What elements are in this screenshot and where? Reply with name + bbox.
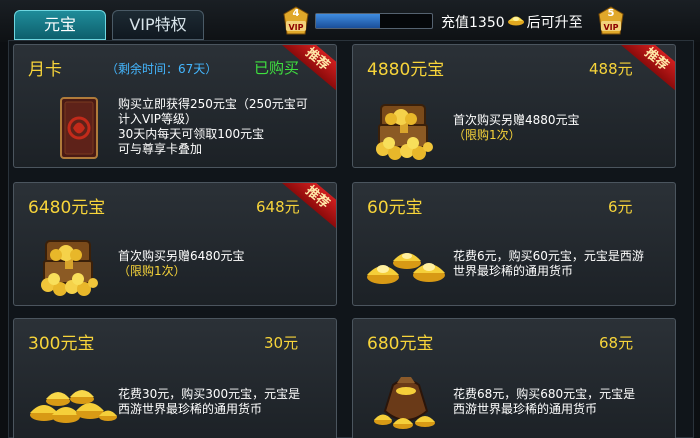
card-description: 花费30元，购买300元宝，元宝是 西游世界最珍稀的通用货币	[118, 387, 300, 417]
purchase-limit: （限购1次）	[453, 128, 521, 142]
desc-line: 首次购买另赠6480元宝	[118, 249, 245, 263]
card-description: 首次购买另赠4880元宝 （限购1次）	[453, 113, 580, 143]
card-title: 60元宝	[367, 198, 423, 218]
purchased-status: 已购买	[254, 59, 300, 77]
gold-bag-icon	[373, 367, 439, 437]
card-title: 680元宝	[367, 334, 434, 354]
card-description: 首次购买另赠6480元宝 （限购1次）	[118, 249, 245, 279]
upgrade-suffix: 后可升至	[526, 15, 583, 31]
yuanbao-6480-item[interactable]: 6480元宝 648元 推荐 首次购买另赠6480元宝 （限购1次）	[13, 182, 337, 306]
desc-line: 世界最珍稀的通用货币	[453, 264, 574, 278]
monthly-card-item[interactable]: 月卡 （剩余时间：67天） 已购买 推荐 购买立即获得250元宝（250元宝可 …	[13, 44, 337, 168]
card-price: 488元	[589, 60, 633, 78]
vip-current-label: VIP	[288, 23, 304, 32]
vip-next-label: VIP	[603, 23, 619, 32]
desc-line: 购买立即获得250元宝（250元宝可	[118, 97, 308, 111]
desc-line: 西游世界最珍稀的通用货币	[118, 402, 263, 416]
yuanbao-60-item[interactable]: 60元宝 6元 花费6元，购买60元宝，元宝是西游 世界最珍稀的通用货币	[352, 182, 676, 306]
remaining-time: （剩余时间：67天）	[106, 62, 218, 76]
upgrade-hint: 充值1350 后可升至	[441, 12, 583, 32]
monthly-card-icon	[60, 97, 98, 163]
vip-current-level: 4	[292, 8, 300, 19]
purchase-limit: （限购1次）	[118, 264, 186, 278]
treasure-chest-icon	[373, 97, 435, 167]
desc-line: 30天内每天可领取100元宝	[118, 127, 265, 141]
card-price: 68元	[599, 334, 634, 352]
card-price: 648元	[256, 198, 300, 216]
card-title: 300元宝	[28, 334, 95, 354]
card-title: 6480元宝	[28, 198, 106, 218]
vip-progress-fill	[316, 14, 380, 28]
desc-line: 花费30元，购买300元宝，元宝是	[118, 387, 301, 401]
desc-line: 首次购买另赠4880元宝	[453, 113, 580, 127]
card-price: 6元	[608, 198, 633, 216]
gold-ingots-icon	[363, 235, 449, 295]
desc-line: 花费6元，购买60元宝，元宝是西游	[453, 249, 644, 263]
treasure-chest-icon	[38, 233, 100, 303]
card-description: 花费6元，购买60元宝，元宝是西游 世界最珍稀的通用货币	[453, 249, 644, 279]
card-title: 月卡	[28, 60, 62, 80]
desc-line: 西游世界最珍稀的通用货币	[453, 402, 598, 416]
card-title: 4880元宝	[367, 60, 445, 80]
vip-progress-bar	[315, 13, 433, 29]
desc-line: 花费68元，购买680元宝，元宝是	[453, 387, 636, 401]
gold-ingots-pile-icon	[28, 377, 118, 431]
top-bar: 元宝 VIP特权 4 VIP 充值1350 后可升至 5 VIP	[0, 0, 700, 42]
desc-line: 可与尊享卡叠加	[118, 142, 203, 156]
yuanbao-4880-item[interactable]: 4880元宝 488元 推荐 首次购买另赠4880元宝 （限购1次）	[352, 44, 676, 168]
ingot-icon	[507, 14, 525, 30]
yuanbao-300-item[interactable]: 300元宝 30元 花费30元，购买300元宝，元宝是 西游世界最珍稀的通用货币	[13, 318, 337, 438]
vip-next-badge-icon: 5 VIP	[598, 6, 624, 36]
desc-line: 计入VIP等级）	[118, 112, 197, 126]
card-description: 花费68元，购买680元宝，元宝是 西游世界最珍稀的通用货币	[453, 387, 635, 417]
upgrade-prefix: 充值1350	[441, 15, 505, 31]
vip-current-badge-icon: 4 VIP	[283, 6, 309, 36]
card-description: 购买立即获得250元宝（250元宝可 计入VIP等级） 30天内每天可领取100…	[118, 97, 308, 157]
tab-yuanbao[interactable]: 元宝	[14, 10, 106, 40]
vip-next-level: 5	[607, 8, 615, 19]
yuanbao-680-item[interactable]: 680元宝 68元 花费68元，购买680元宝，元宝是 西游世界最珍稀的通用货币	[352, 318, 676, 438]
card-price: 30元	[264, 334, 299, 352]
tab-vip-privileges[interactable]: VIP特权	[112, 10, 204, 40]
